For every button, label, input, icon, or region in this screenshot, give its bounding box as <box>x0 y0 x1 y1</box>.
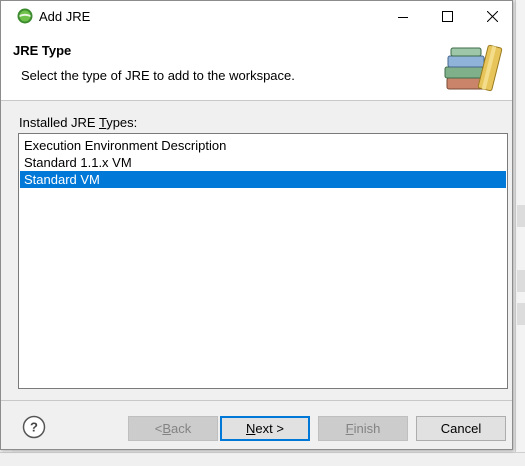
window-title: Add JRE <box>39 9 91 24</box>
cancel-button[interactable]: Cancel <box>416 416 506 441</box>
list-item[interactable]: Standard VM <box>20 171 506 188</box>
background-app-field <box>517 205 525 227</box>
list-item[interactable]: Execution Environment Description <box>20 137 506 154</box>
wizard-title: JRE Type <box>13 43 72 58</box>
minimize-button[interactable] <box>380 1 425 32</box>
background-app-bottom <box>0 452 525 466</box>
installed-jre-types-label: Installed JRE Types: <box>19 115 138 130</box>
add-jre-dialog: Add JRE JRE Type Select the type of JRE … <box>0 0 513 450</box>
jre-types-list[interactable]: Execution Environment Description Standa… <box>18 133 508 389</box>
background-app-field <box>517 303 525 325</box>
svg-text:?: ? <box>30 420 38 435</box>
maximize-button[interactable] <box>425 1 470 32</box>
background-app-field <box>517 270 525 292</box>
close-button[interactable] <box>470 1 515 32</box>
footer-separator <box>1 400 512 401</box>
minimize-icon <box>397 16 408 18</box>
finish-button[interactable]: Finish <box>318 416 408 441</box>
next-button[interactable]: Next > <box>220 416 310 441</box>
background-app-right-edge <box>515 0 525 465</box>
help-icon[interactable]: ? <box>22 415 46 439</box>
library-books-icon <box>444 44 503 92</box>
back-button[interactable]: < Back <box>128 416 218 441</box>
list-item[interactable]: Standard 1.1.x VM <box>20 154 506 171</box>
eclipse-icon <box>17 8 33 24</box>
close-icon <box>487 11 498 22</box>
maximize-icon <box>442 11 453 22</box>
wizard-header: JRE Type Select the type of JRE to add t… <box>1 32 512 101</box>
wizard-description: Select the type of JRE to add to the wor… <box>21 68 295 83</box>
title-bar: Add JRE <box>1 1 512 32</box>
